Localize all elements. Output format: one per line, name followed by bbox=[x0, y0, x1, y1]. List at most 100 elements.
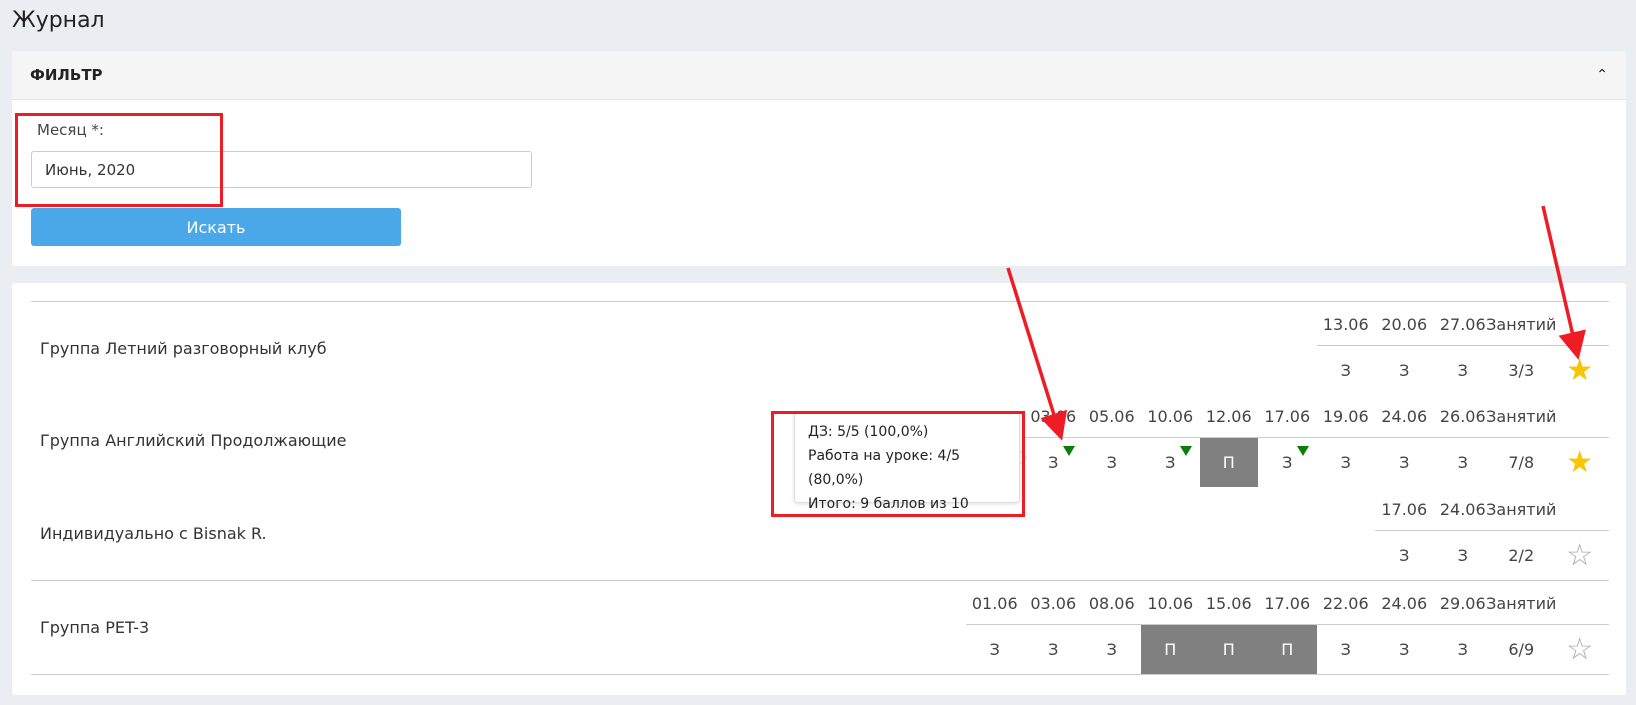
attendance-mark: П bbox=[1281, 640, 1294, 659]
attendance-mark: З bbox=[1340, 453, 1351, 472]
attendance-grid: 17.06 З 24.06 З Занятий 2/2 ☆ bbox=[1375, 487, 1609, 580]
lessons-total: 7/8 bbox=[1508, 453, 1535, 472]
attendance-mark: П bbox=[1222, 640, 1235, 659]
attendance-mark: З bbox=[1106, 453, 1117, 472]
attendance-cell[interactable]: З bbox=[1434, 531, 1493, 580]
attendance-mark: З bbox=[989, 640, 1000, 659]
attendance-cell[interactable]: З bbox=[1375, 625, 1434, 674]
group-name: Индивидуально с Bisnak R. bbox=[40, 524, 267, 543]
attendance-cell[interactable]: З bbox=[1024, 625, 1083, 674]
filter-header[interactable]: ФИЛЬТР ⌃ bbox=[12, 51, 1626, 100]
group-name: Группа Летний разговорный клуб bbox=[40, 339, 327, 358]
absent-cell[interactable]: П bbox=[1199, 438, 1258, 487]
star-empty-icon[interactable]: ☆ bbox=[1551, 531, 1610, 580]
attendance-cell[interactable]: З bbox=[966, 625, 1025, 674]
attendance-mark: З bbox=[1457, 361, 1468, 380]
attendance-cell[interactable]: З bbox=[1258, 438, 1317, 487]
journal-row: Группа Летний разговорный клуб 13.06 З 20.0… bbox=[31, 301, 1609, 395]
date-header: 13.06 bbox=[1322, 314, 1369, 334]
attendance-grid: 03.06 З 05.06 З 10.06 З 12.06 П 17.06 З 19.06 З 24.0… bbox=[1024, 394, 1609, 487]
attendance-cell[interactable]: З bbox=[1375, 346, 1434, 395]
attendance-mark: З bbox=[1340, 640, 1351, 659]
date-header: 15.06 bbox=[1205, 593, 1252, 613]
attendance-mark: З bbox=[1106, 640, 1117, 659]
chevron-up-icon[interactable]: ⌃ bbox=[1596, 67, 1608, 83]
tooltip-total: Итого: 9 баллов из 10 bbox=[808, 496, 969, 512]
month-label: Месяц *: bbox=[37, 121, 104, 139]
attendance-mark: З bbox=[1399, 453, 1410, 472]
attendance-cell[interactable]: З bbox=[1024, 438, 1083, 487]
attendance-cell[interactable]: З bbox=[1375, 438, 1434, 487]
date-header: 10.06 bbox=[1147, 593, 1194, 613]
star-empty-icon[interactable]: ☆ bbox=[1551, 625, 1610, 674]
month-value: Июнь, 2020 bbox=[45, 160, 136, 179]
search-button[interactable]: Искать bbox=[31, 208, 401, 246]
attendance-grid: 01.06 З 03.06 З 08.06 З 10.06 П 15.06 П 17.06 П 22.0… bbox=[965, 581, 1610, 674]
tooltip-homework: ДЗ: 5/5 (100,0%) bbox=[808, 424, 929, 440]
lessons-header: Занятий bbox=[1486, 314, 1557, 334]
attendance-cell[interactable]: З bbox=[1317, 625, 1376, 674]
date-header: 17.06 bbox=[1264, 406, 1311, 426]
attendance-grid: 13.06 З 20.06 З 27.06 З Занятий 3/3 ★ bbox=[1316, 302, 1610, 395]
date-header: 29.06 bbox=[1439, 593, 1486, 613]
attendance-mark: З bbox=[1399, 640, 1410, 659]
attendance-cell[interactable]: З bbox=[1434, 438, 1493, 487]
date-header: 19.06 bbox=[1322, 406, 1369, 426]
journal-row: Группа PET-3 01.06 З 03.06 З 08.06 З 10.06 П 15.0… bbox=[31, 580, 1609, 675]
date-header: 24.06 bbox=[1381, 406, 1428, 426]
date-header: 10.06 bbox=[1147, 406, 1194, 426]
homework-marker-icon[interactable] bbox=[1296, 446, 1309, 456]
date-header: 17.06 bbox=[1381, 499, 1428, 519]
date-header: 26.06 bbox=[1439, 406, 1486, 426]
date-header: 05.06 bbox=[1088, 406, 1135, 426]
attendance-mark: З bbox=[1165, 453, 1176, 472]
star-filled-icon[interactable]: ★ bbox=[1551, 438, 1610, 487]
date-header: 20.06 bbox=[1381, 314, 1428, 334]
date-header: 24.06 bbox=[1439, 499, 1486, 519]
date-header: 17.06 bbox=[1264, 593, 1311, 613]
lessons-total: 6/9 bbox=[1508, 640, 1535, 659]
star-icon: ☆ bbox=[1566, 537, 1594, 573]
attendance-mark: З bbox=[1457, 546, 1468, 565]
absent-cell[interactable]: П bbox=[1199, 625, 1258, 674]
star-icon: ★ bbox=[1566, 444, 1594, 480]
lessons-header: Занятий bbox=[1486, 593, 1557, 613]
grade-tooltip: ДЗ: 5/5 (100,0%) Работа на уроке: 4/5 (8… bbox=[794, 411, 1020, 512]
attendance-cell[interactable]: З bbox=[1083, 625, 1142, 674]
lessons-total: 2/2 bbox=[1508, 546, 1535, 565]
date-header: 08.06 bbox=[1088, 593, 1135, 613]
date-header: 27.06 bbox=[1439, 314, 1486, 334]
lessons-header: Занятий bbox=[1486, 499, 1557, 519]
star-icon: ★ bbox=[1566, 352, 1594, 388]
homework-marker-icon[interactable] bbox=[1179, 446, 1192, 456]
attendance-mark: З bbox=[1457, 640, 1468, 659]
absent-cell[interactable]: П bbox=[1141, 625, 1200, 674]
star-icon: ☆ bbox=[1566, 631, 1594, 667]
attendance-cell[interactable]: З bbox=[1317, 438, 1376, 487]
attendance-mark: П bbox=[1222, 453, 1235, 472]
tooltip-classwork: Работа на уроке: 4/5 (80,0%) bbox=[808, 448, 961, 488]
date-header: 01.06 bbox=[971, 593, 1018, 613]
filter-title: ФИЛЬТР bbox=[30, 66, 103, 84]
attendance-mark: П bbox=[1164, 640, 1177, 659]
month-select[interactable]: Июнь, 2020 bbox=[31, 151, 532, 188]
attendance-cell[interactable]: З bbox=[1375, 531, 1434, 580]
attendance-cell[interactable]: З bbox=[1317, 346, 1376, 395]
date-header: 03.06 bbox=[1030, 593, 1077, 613]
attendance-cell[interactable]: З bbox=[1083, 438, 1142, 487]
attendance-mark: З bbox=[1048, 640, 1059, 659]
attendance-mark: З bbox=[1399, 546, 1410, 565]
attendance-mark: З bbox=[1282, 453, 1293, 472]
attendance-cell[interactable]: З bbox=[1434, 625, 1493, 674]
group-name: Группа PET-3 bbox=[40, 618, 150, 637]
star-filled-icon[interactable]: ★ bbox=[1551, 346, 1610, 395]
absent-cell[interactable]: П bbox=[1258, 625, 1317, 674]
group-name: Группа Английский Продолжающие bbox=[40, 431, 347, 450]
homework-marker-icon[interactable] bbox=[1062, 446, 1075, 456]
lessons-total: 3/3 bbox=[1508, 361, 1535, 380]
attendance-cell[interactable]: З bbox=[1141, 438, 1200, 487]
attendance-mark: З bbox=[1340, 361, 1351, 380]
attendance-cell[interactable]: З bbox=[1434, 346, 1493, 395]
attendance-mark: З bbox=[1399, 361, 1410, 380]
date-header: 12.06 bbox=[1205, 406, 1252, 426]
